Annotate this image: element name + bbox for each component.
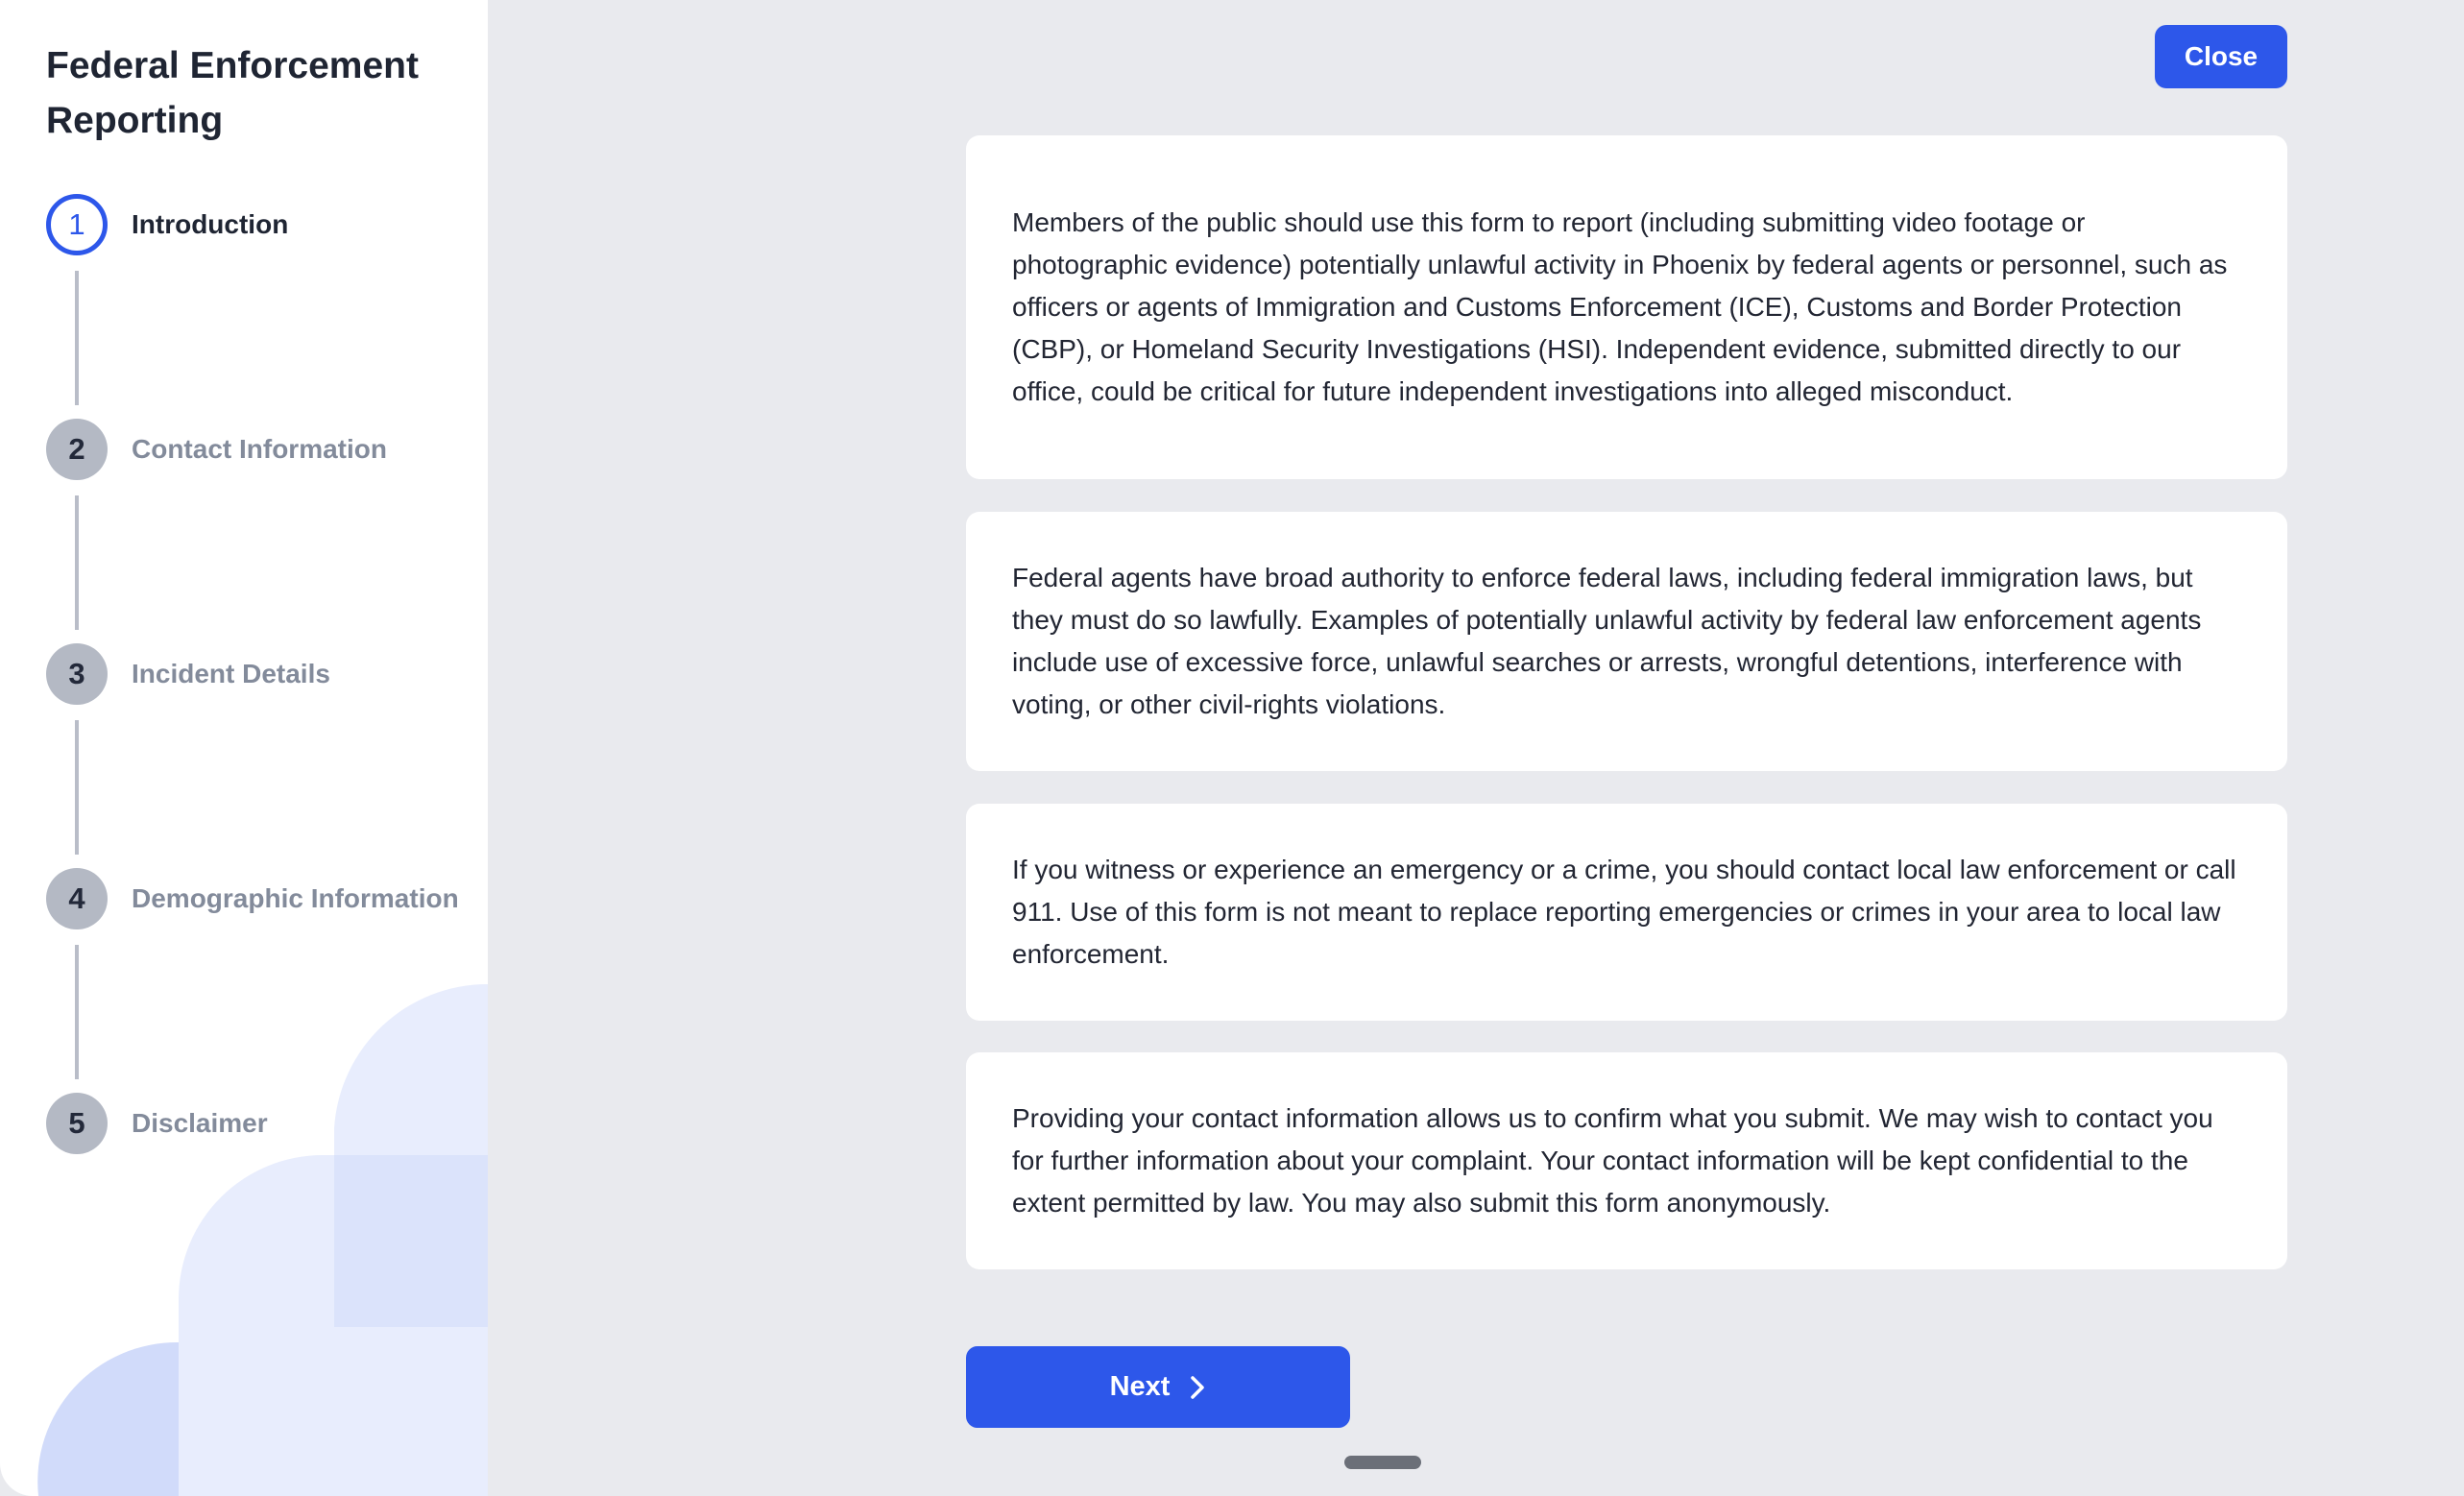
step-connector bbox=[75, 720, 79, 855]
step-demographic-information[interactable]: 4 Demographic Information bbox=[46, 868, 478, 929]
step-connector bbox=[75, 495, 79, 630]
step-incident-details[interactable]: 3 Incident Details bbox=[46, 643, 478, 705]
sidebar: Federal Enforcement Reporting 1 Introduc… bbox=[0, 0, 488, 1496]
sidebar-title: Federal Enforcement Reporting bbox=[46, 45, 419, 141]
info-card: Federal agents have broad authority to e… bbox=[966, 512, 2287, 771]
step-number: 1 bbox=[46, 194, 108, 255]
step-number: 3 bbox=[46, 643, 108, 705]
step-connector bbox=[75, 271, 79, 405]
info-card: Members of the public should use this fo… bbox=[966, 135, 2287, 479]
close-button[interactable]: Close bbox=[2155, 25, 2287, 88]
step-label: Demographic Information bbox=[132, 883, 459, 913]
step-number: 4 bbox=[46, 868, 108, 929]
info-card: If you witness or experience an emergenc… bbox=[966, 804, 2287, 1021]
chevron-right-icon bbox=[1191, 1375, 1205, 1399]
step-number: 5 bbox=[46, 1093, 108, 1154]
step-label: Incident Details bbox=[132, 659, 330, 688]
next-button-label: Next bbox=[1109, 1371, 1171, 1402]
step-number: 2 bbox=[46, 419, 108, 480]
intro-paragraph: Members of the public should use this fo… bbox=[1012, 207, 2228, 406]
step-label: Contact Information bbox=[132, 434, 387, 464]
step-label: Introduction bbox=[132, 209, 289, 239]
info-card: Providing your contact information allow… bbox=[966, 1052, 2287, 1269]
step-disclaimer[interactable]: 5 Disclaimer bbox=[46, 1093, 478, 1154]
contact-paragraph: Providing your contact information allow… bbox=[1012, 1103, 2213, 1218]
step-contact-information[interactable]: 2 Contact Information bbox=[46, 419, 478, 480]
authority-paragraph: Federal agents have broad authority to e… bbox=[1012, 563, 2202, 719]
emergency-paragraph: If you witness or experience an emergenc… bbox=[1012, 855, 2236, 969]
next-button[interactable]: Next bbox=[966, 1346, 1350, 1428]
step-connector bbox=[75, 945, 79, 1079]
scroll-handle[interactable] bbox=[1344, 1456, 1421, 1469]
step-label: Disclaimer bbox=[132, 1108, 268, 1138]
step-introduction[interactable]: 1 Introduction bbox=[46, 194, 478, 255]
